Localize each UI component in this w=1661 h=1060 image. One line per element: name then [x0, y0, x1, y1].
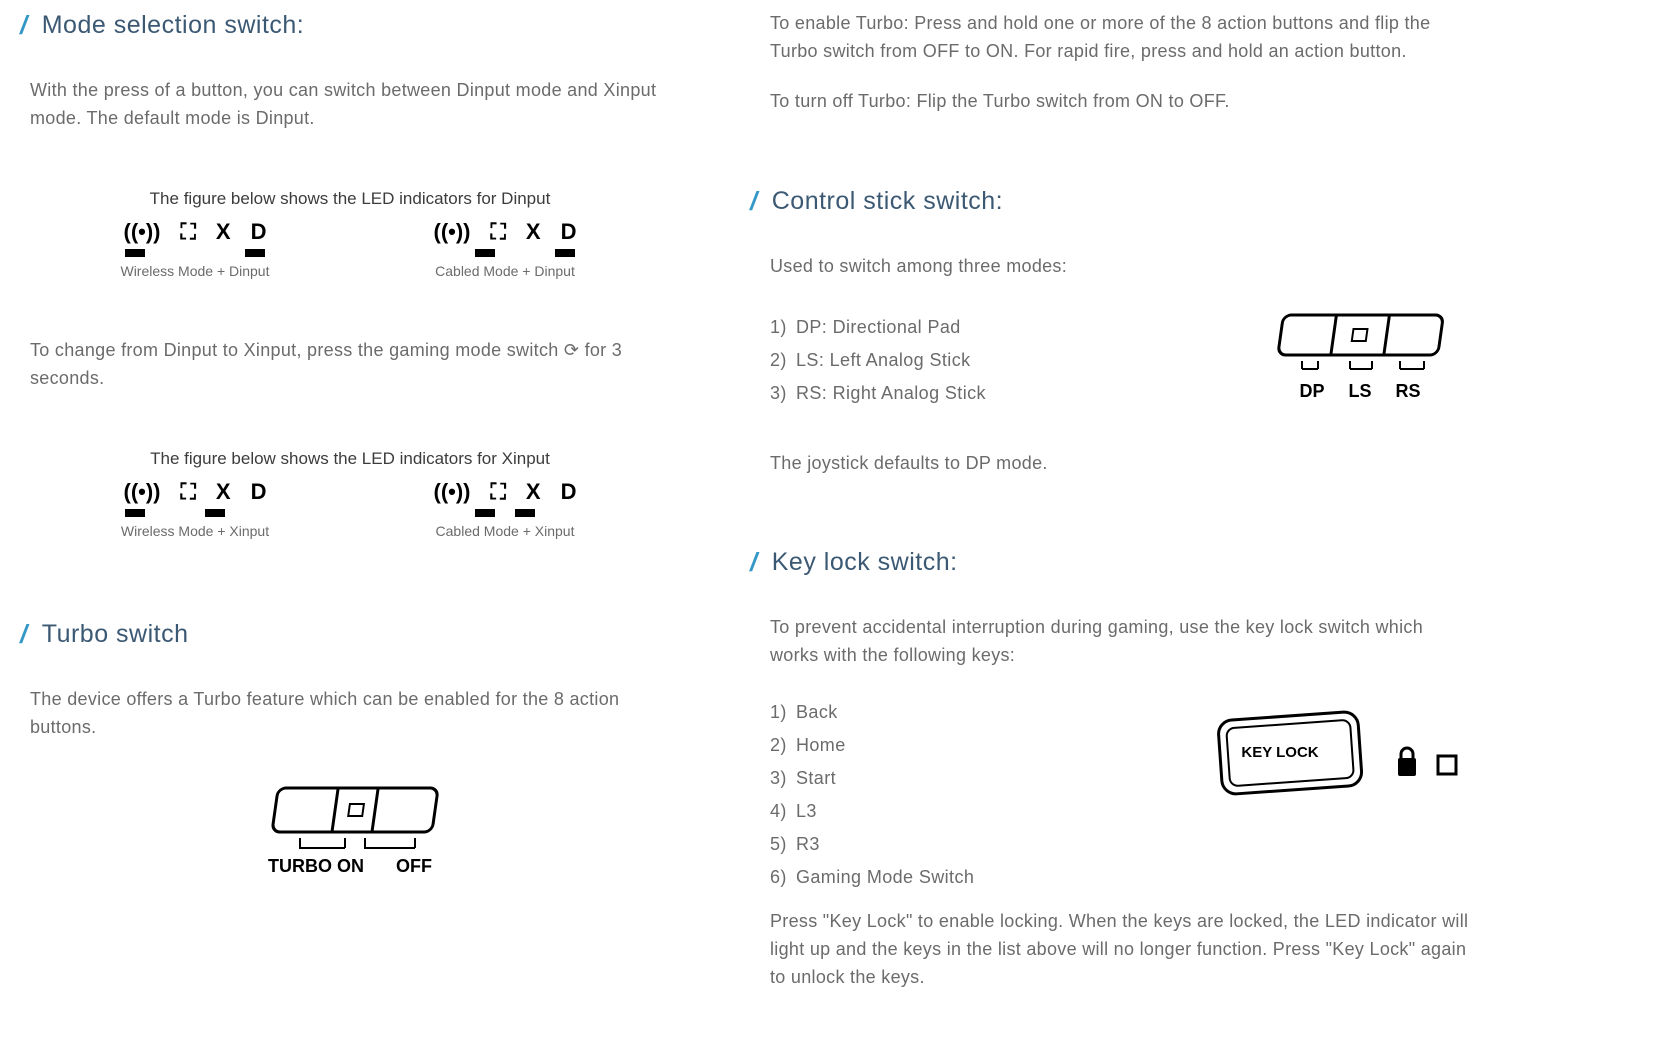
- turbo-switch-figure: TURBO ON OFF: [20, 782, 680, 877]
- turbo-disable-text: To turn off Turbo: Flip the Turbo switch…: [770, 88, 1470, 116]
- list-item: Home: [796, 735, 846, 755]
- wireless-xinput-label: Wireless Mode + Xinput: [95, 523, 295, 539]
- led-bar: [125, 509, 145, 517]
- wireless-dinput-label: Wireless Mode + Dinput: [95, 263, 295, 279]
- control-title: / Control stick switch:: [750, 186, 1470, 217]
- mode-switch-icon: ⟳: [564, 337, 579, 365]
- list-item: LS: Left Analog Stick: [796, 350, 971, 370]
- dinput-led-row: ((•)) ⛶ X D Wireless Mode + Dinput ((•)): [20, 219, 680, 279]
- control-switch-figure: DP LS RS: [1250, 311, 1470, 402]
- keylock-title: / Key lock switch:: [750, 547, 1470, 578]
- xinput-led-row: ((•)) ⛶ X D Wireless Mode + Xinput: [20, 479, 680, 539]
- led-bar: [475, 249, 495, 257]
- wireless-icon: ((•)): [124, 479, 161, 505]
- control-list: 1)DP: Directional Pad 2)LS: Left Analog …: [770, 311, 1190, 410]
- slash-icon: /: [20, 619, 28, 650]
- x-icon: X: [526, 479, 541, 505]
- led-bar: [125, 249, 145, 257]
- led-bar: [555, 249, 575, 257]
- control-title-text: Control stick switch:: [772, 187, 1003, 216]
- xinput-caption: The figure below shows the LED indicator…: [20, 449, 680, 469]
- change-text: To change from Dinput to Xinput, press t…: [30, 337, 670, 393]
- keylock-list: 1)Back 2)Home 3)Start 4)L3 5)R3 6)Gaming…: [770, 696, 1150, 894]
- list-item: RS: Right Analog Stick: [796, 383, 986, 403]
- wireless-icon: ((•)): [124, 219, 161, 245]
- control-intro: Used to switch among three modes:: [770, 253, 1470, 281]
- keylock-title-text: Key lock switch:: [772, 548, 958, 577]
- turbo-enable-text: To enable Turbo: Press and hold one or m…: [770, 10, 1470, 66]
- list-item: Start: [796, 768, 836, 788]
- slash-icon: /: [750, 186, 758, 217]
- ls-label: LS: [1348, 381, 1371, 402]
- list-item: L3: [796, 801, 817, 821]
- mode-intro: With the press of a button, you can swit…: [30, 77, 680, 133]
- led-bar: [245, 249, 265, 257]
- dinput-caption: The figure below shows the LED indicator…: [20, 189, 680, 209]
- turbo-intro: The device offers a Turbo feature which …: [30, 686, 680, 742]
- list-item: Gaming Mode Switch: [796, 867, 974, 887]
- turbo-off-text: OFF: [396, 856, 432, 877]
- cabled-xinput-label: Cabled Mode + Xinput: [405, 523, 605, 539]
- keylock-btn-label: KEY LOCK: [1150, 744, 1410, 761]
- d-icon: D: [561, 219, 577, 245]
- keylock-footer: Press "Key Lock" to enable locking. When…: [770, 908, 1470, 992]
- control-note: The joystick defaults to DP mode.: [770, 450, 1470, 478]
- led-bar: [205, 509, 225, 517]
- dp-label: DP: [1299, 381, 1324, 402]
- keylock-intro: To prevent accidental interruption durin…: [770, 614, 1470, 670]
- mode-title: / Mode selection switch:: [20, 10, 680, 41]
- list-item: DP: Directional Pad: [796, 317, 961, 337]
- turbo-on-text: TURBO ON: [268, 856, 364, 877]
- rs-label: RS: [1396, 381, 1421, 402]
- led-bar: [475, 509, 495, 517]
- slash-icon: /: [20, 10, 28, 41]
- d-icon: D: [251, 219, 267, 245]
- turbo-title-text: Turbo switch: [42, 620, 189, 649]
- expand-icon: ⛶: [491, 479, 506, 505]
- expand-icon: ⛶: [491, 219, 506, 245]
- expand-icon: ⛶: [181, 479, 196, 505]
- keylock-figure: KEY LOCK: [1210, 696, 1470, 823]
- d-icon: D: [561, 479, 577, 505]
- x-icon: X: [216, 219, 231, 245]
- mode-title-text: Mode selection switch:: [42, 11, 305, 40]
- list-item: Back: [796, 702, 838, 722]
- wireless-icon: ((•)): [434, 219, 471, 245]
- slash-icon: /: [750, 547, 758, 578]
- d-icon: D: [251, 479, 267, 505]
- expand-icon: ⛶: [181, 219, 196, 245]
- cabled-dinput-label: Cabled Mode + Dinput: [405, 263, 605, 279]
- square-icon: [1438, 756, 1456, 774]
- x-icon: X: [526, 219, 541, 245]
- turbo-title: / Turbo switch: [20, 619, 680, 650]
- wireless-icon: ((•)): [434, 479, 471, 505]
- x-icon: X: [216, 479, 231, 505]
- list-item: R3: [796, 834, 820, 854]
- led-bar: [515, 509, 535, 517]
